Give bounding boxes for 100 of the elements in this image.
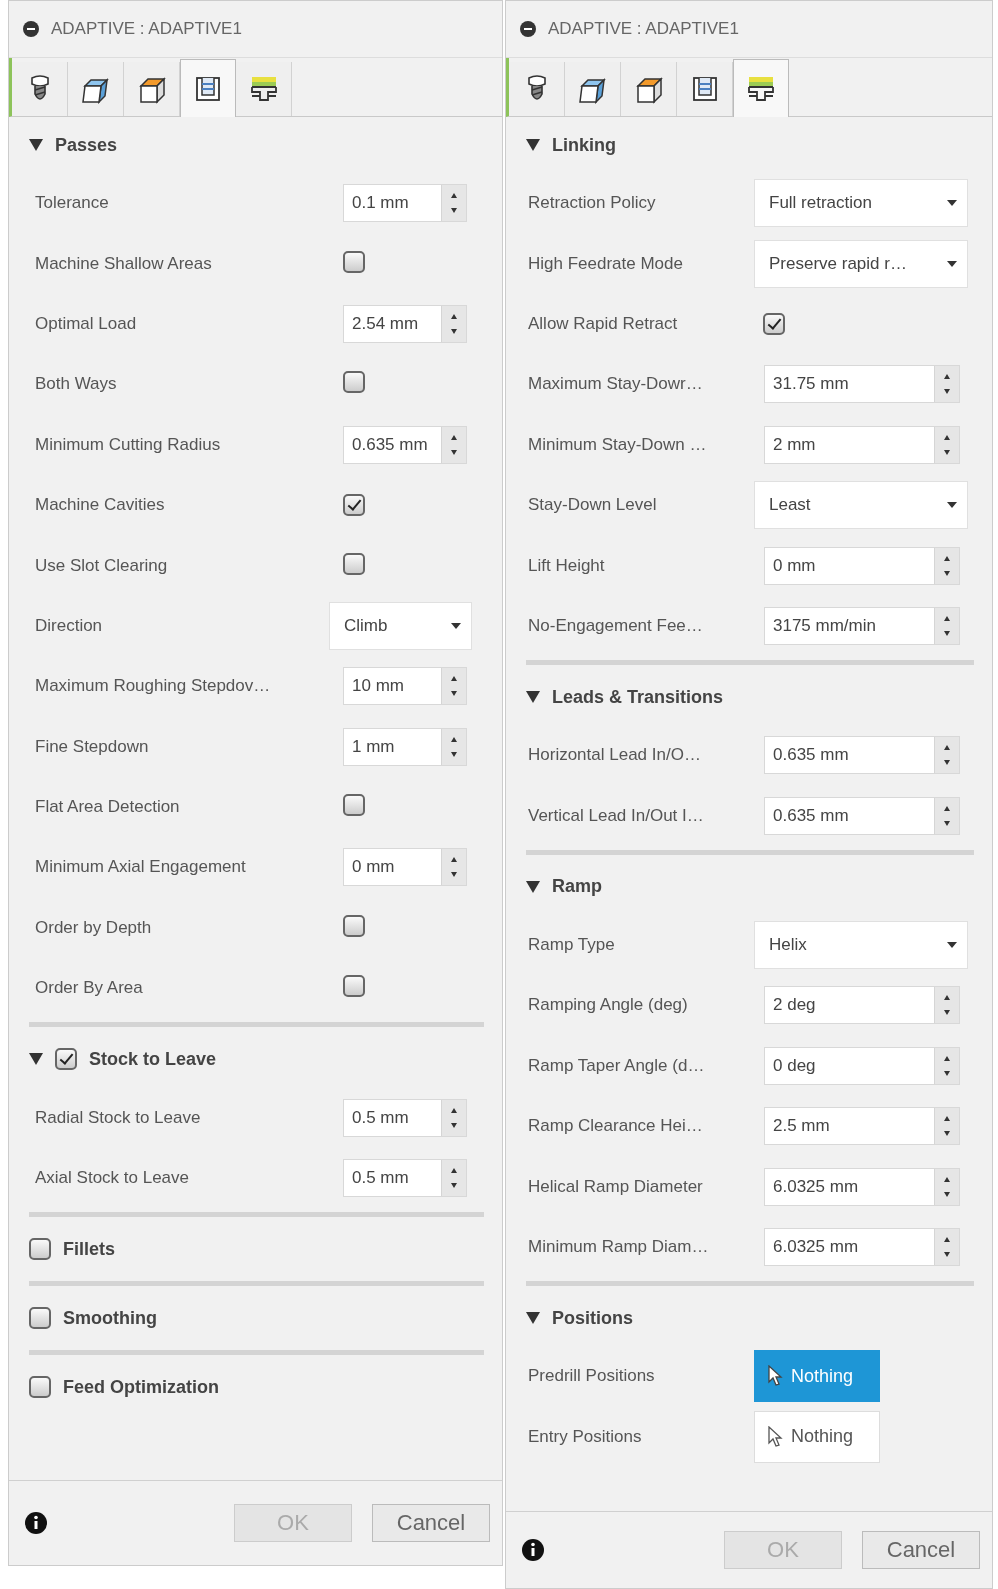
dialog-title: ADAPTIVE : ADAPTIVE1 — [51, 19, 242, 39]
checkbox[interactable] — [343, 552, 365, 575]
field-label: Entry Positions — [528, 1426, 643, 1447]
checkbox[interactable] — [29, 1376, 51, 1399]
number-field[interactable]: 0.635 mm — [764, 796, 960, 835]
spin-arrows-icon[interactable] — [934, 1168, 959, 1205]
field-label: Ramp Taper Angle (d… — [528, 1055, 706, 1076]
checkbox[interactable] — [343, 371, 365, 394]
field-label: Minimum Ramp Diam… — [528, 1237, 710, 1258]
section-title: Feed Optimization — [63, 1376, 219, 1398]
spin-arrows-icon[interactable] — [934, 987, 959, 1024]
expand-triangle-icon[interactable] — [526, 1312, 540, 1325]
dropdown[interactable]: Preserve rapid r… — [754, 239, 968, 288]
selection-button[interactable]: Nothing — [754, 1410, 880, 1463]
info-icon[interactable] — [25, 1512, 47, 1534]
number-field[interactable]: 2.54 mm — [343, 304, 467, 343]
expand-triangle-icon[interactable] — [526, 139, 540, 151]
checkbox[interactable] — [763, 312, 785, 335]
number-field[interactable]: 1 mm — [343, 727, 467, 766]
dropdown[interactable]: Full retraction — [754, 179, 968, 228]
dropdown[interactable]: Climb — [329, 601, 472, 650]
field-label: Order by Depth — [35, 917, 153, 938]
stock-block-icon — [136, 74, 167, 104]
field-label: Lift Height — [528, 555, 606, 576]
caret-icon — [947, 200, 957, 207]
field-label: Minimum Axial Engagement — [35, 857, 247, 878]
tab[interactable] — [180, 59, 236, 117]
number-field[interactable]: 10 mm — [343, 667, 467, 706]
expand-triangle-icon[interactable] — [29, 1053, 43, 1066]
number-field[interactable]: 2 mm — [764, 425, 960, 464]
field-label: Flat Area Detection — [35, 797, 181, 818]
number-field[interactable]: 2 deg — [764, 986, 960, 1025]
expand-triangle-icon[interactable] — [526, 691, 540, 704]
dropdown[interactable]: Least — [754, 481, 968, 530]
dialog-button[interactable]: Cancel — [372, 1504, 490, 1542]
spin-arrows-icon[interactable] — [934, 547, 959, 584]
section-title: Positions — [552, 1307, 633, 1329]
field-label: Ramping Angle (deg) — [528, 995, 689, 1016]
number-field[interactable]: 0 mm — [764, 546, 960, 585]
number-field[interactable]: 0 mm — [343, 848, 467, 887]
spin-arrows-icon[interactable] — [441, 728, 466, 765]
number-field[interactable]: 0.635 mm — [343, 425, 467, 464]
checkbox[interactable] — [343, 250, 365, 273]
number-field[interactable]: 0 deg — [764, 1046, 960, 1085]
spin-arrows-icon[interactable] — [441, 1099, 466, 1136]
dropdown[interactable]: Helix — [754, 921, 968, 970]
number-field[interactable]: 0.635 mm — [764, 736, 960, 775]
checkbox[interactable] — [29, 1238, 51, 1261]
spin-arrows-icon[interactable] — [934, 1108, 959, 1145]
field-label: Horizontal Lead In/O… — [528, 745, 702, 766]
checkbox[interactable] — [343, 975, 365, 998]
linking-profile-icon — [248, 75, 279, 103]
spin-arrows-icon[interactable] — [441, 305, 466, 342]
number-field[interactable]: 3175 mm/min — [764, 606, 960, 645]
field-label: Maximum Roughing Stepdov… — [35, 676, 272, 697]
caret-icon — [947, 260, 957, 267]
collapse-icon[interactable] — [23, 21, 39, 37]
field-label: Vertical Lead In/Out I… — [528, 805, 705, 826]
section-title: Linking — [552, 134, 616, 156]
spin-arrows-icon[interactable] — [934, 1229, 959, 1266]
stock-block-icon — [633, 74, 664, 104]
cursor-icon — [767, 1365, 783, 1388]
number-field[interactable]: 6.0325 mm — [764, 1228, 960, 1267]
checkbox[interactable] — [343, 494, 365, 517]
dialog-title: ADAPTIVE : ADAPTIVE1 — [548, 19, 739, 39]
spin-arrows-icon[interactable] — [934, 797, 959, 834]
spin-arrows-icon[interactable] — [441, 849, 466, 886]
number-field[interactable]: 0.5 mm — [343, 1159, 467, 1198]
section-title: Ramp — [552, 876, 602, 898]
info-icon[interactable] — [522, 1539, 544, 1561]
spin-arrows-icon[interactable] — [934, 426, 959, 463]
expand-triangle-icon[interactable] — [29, 139, 43, 151]
spin-arrows-icon[interactable] — [441, 1160, 466, 1197]
field-label: Maximum Stay-Dowr… — [528, 374, 704, 395]
spin-arrows-icon[interactable] — [441, 426, 466, 463]
cursor-icon — [767, 1425, 783, 1448]
checkbox[interactable] — [343, 914, 365, 937]
number-field[interactable]: 31.75 mm — [764, 365, 960, 404]
checkbox[interactable] — [29, 1307, 51, 1330]
field-label: Allow Rapid Retract — [528, 313, 679, 334]
number-field[interactable]: 0.5 mm — [343, 1098, 467, 1137]
spin-arrows-icon[interactable] — [441, 668, 466, 705]
expand-triangle-icon[interactable] — [526, 880, 540, 893]
field-label: Order By Area — [35, 978, 144, 999]
spin-arrows-icon[interactable] — [441, 185, 466, 222]
collapse-icon[interactable] — [520, 21, 536, 37]
pocket-layers-icon — [690, 75, 719, 103]
checkbox[interactable] — [343, 794, 365, 817]
spin-arrows-icon[interactable] — [934, 1047, 959, 1084]
spin-arrows-icon[interactable] — [934, 607, 959, 644]
tab[interactable] — [733, 59, 789, 117]
number-field[interactable]: 6.0325 mm — [764, 1167, 960, 1206]
number-field[interactable]: 0.1 mm — [343, 184, 467, 223]
field-label: Predrill Positions — [528, 1366, 656, 1387]
dialog-button[interactable]: Cancel — [862, 1531, 980, 1569]
spin-arrows-icon[interactable] — [934, 366, 959, 403]
section-title: Smoothing — [63, 1307, 157, 1329]
checkbox[interactable] — [55, 1048, 77, 1071]
spin-arrows-icon[interactable] — [934, 737, 959, 774]
number-field[interactable]: 2.5 mm — [764, 1107, 960, 1146]
